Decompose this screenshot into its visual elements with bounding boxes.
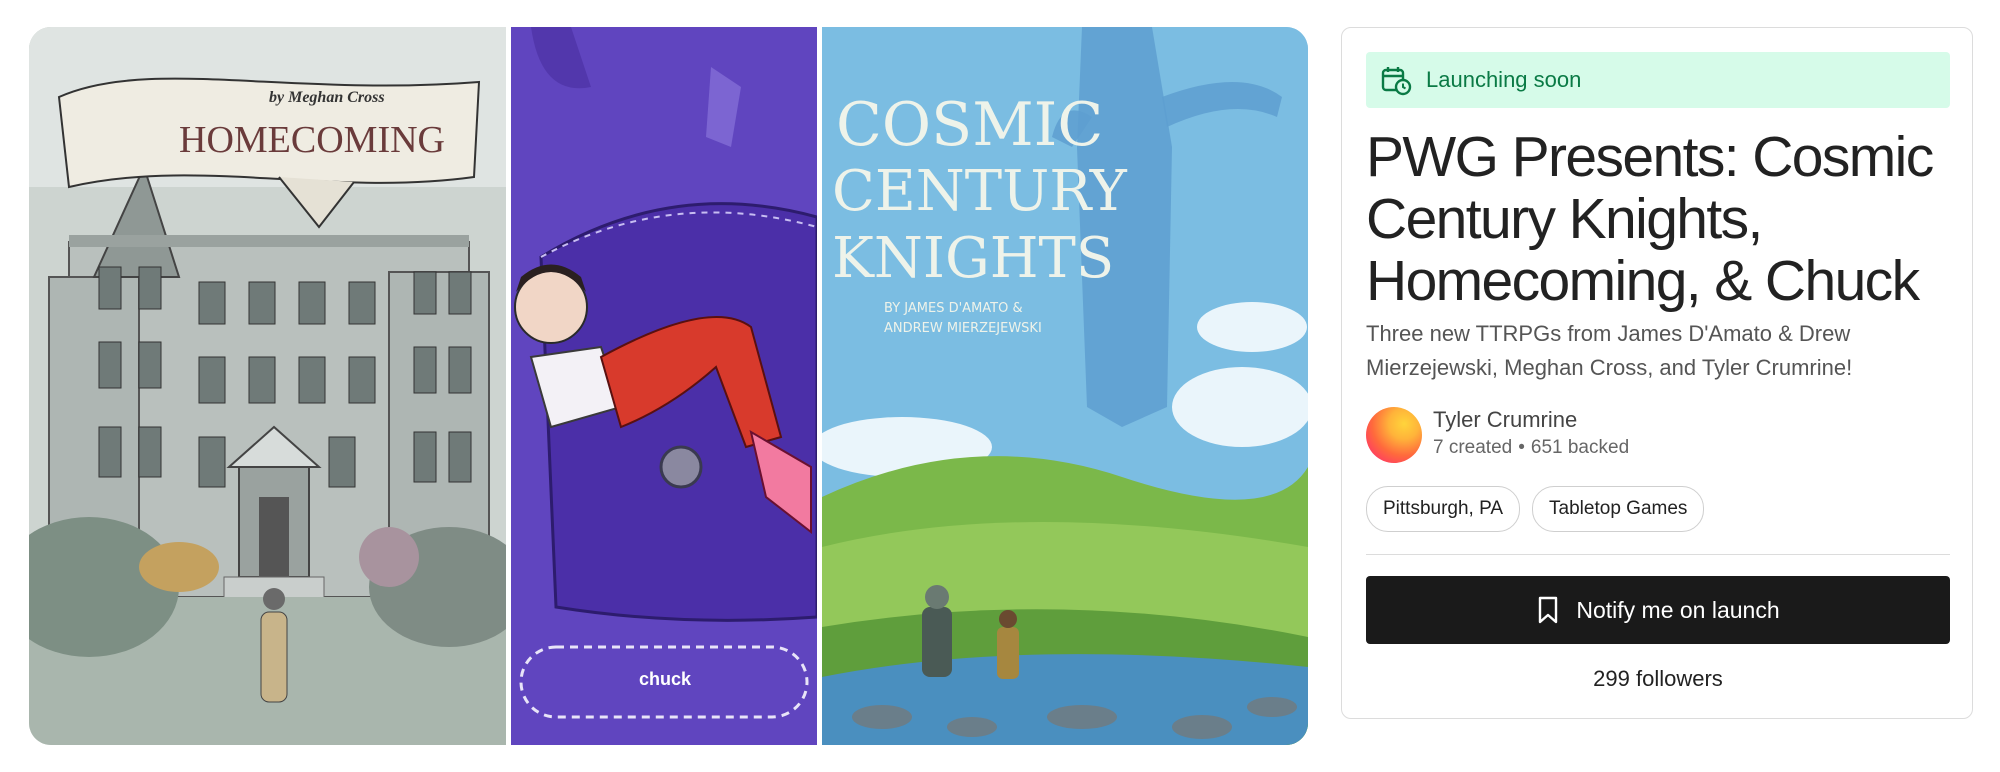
homecoming-title: HOMECOMING [179, 119, 445, 161]
divider [1366, 554, 1950, 555]
project-tags: Pittsburgh, PA Tabletop Games [1366, 486, 1705, 532]
notify-me-on-launch-button[interactable]: Notify me on launch [1366, 576, 1950, 644]
project-subtitle: Three new TTRPGs from James D'Amato & Dr… [1366, 321, 1853, 380]
chuck-cover: chuck [511, 27, 817, 745]
launch-status-label: Launching soon [1426, 67, 1582, 92]
creator-backed-count: 651 backed [1530, 437, 1630, 458]
homecoming-byline: by Meghan Cross [269, 89, 385, 106]
creator-avatar[interactable] [1366, 407, 1422, 463]
chuck-logo: chuck [639, 669, 692, 689]
tag-category[interactable]: Tabletop Games [1532, 486, 1705, 532]
project-hero-image: by Meghan Cross HOMECOMING chuck COSMIC … [29, 27, 1308, 745]
project-card: Launching soon PWG Presents: Cosmic Cent… [1341, 27, 1973, 719]
cosmic-credits-line-2: ANDREW MIERZEJEWSKI [884, 321, 1042, 336]
stats-separator: • [1518, 437, 1525, 458]
launch-status-banner: Launching soon [1366, 52, 1950, 108]
followers-count: 299 followers [1593, 666, 1723, 691]
notify-button-label: Notify me on launch [1576, 596, 1780, 623]
project-title: PWG Presents: Cosmic Century Knights, Ho… [1366, 125, 1934, 313]
cosmic-title-line-1: COSMIC [836, 90, 1103, 160]
tag-location[interactable]: Pittsburgh, PA [1366, 486, 1521, 532]
cosmic-credits-line-1: BY JAMES D'AMATO & [884, 301, 1023, 316]
bookmark-icon [1539, 596, 1558, 624]
creator-created-count: 7 created [1433, 437, 1513, 458]
cosmic-title-line-2: CENTURY [832, 159, 1128, 224]
calendar-clock-icon [1381, 67, 1412, 96]
homecoming-cover: by Meghan Cross HOMECOMING [29, 27, 506, 745]
creator-stats: 7 created • 651 backed [1433, 437, 1629, 459]
cosmic-title-line-3: KNIGHTS [832, 226, 1114, 291]
creator-name[interactable]: Tyler Crumrine [1433, 407, 1577, 433]
cosmic-century-knights-cover: COSMIC CENTURY KNIGHTS BY JAMES D'AMATO … [822, 27, 1308, 745]
